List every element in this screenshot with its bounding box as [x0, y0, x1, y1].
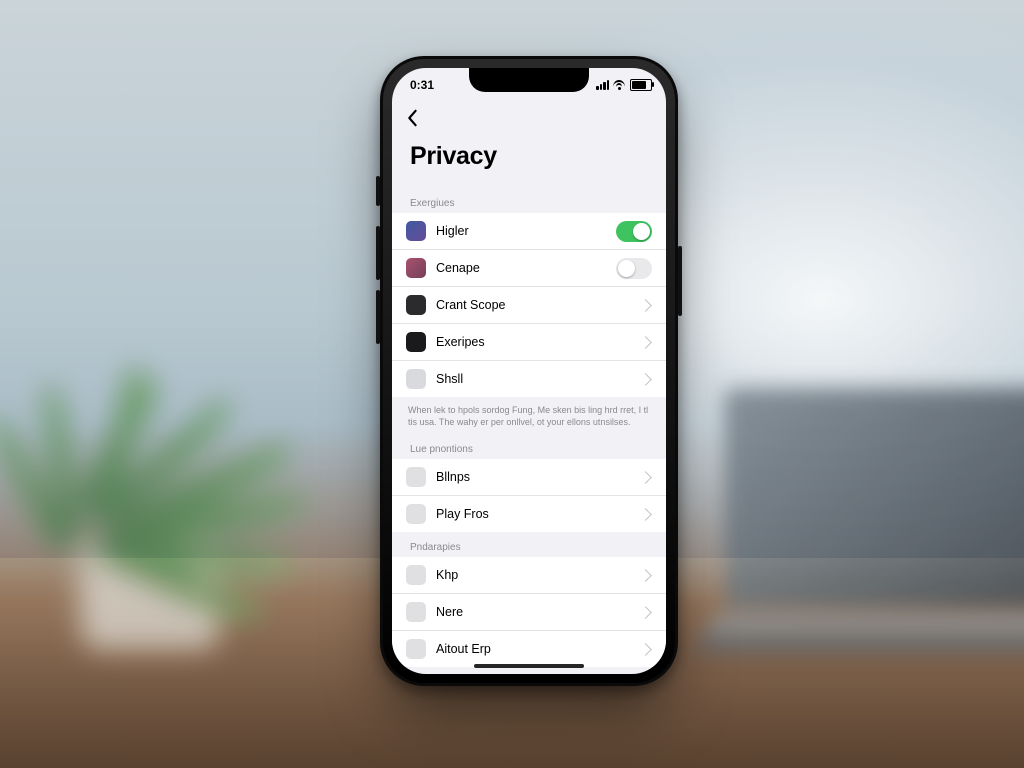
- app-icon: [406, 639, 426, 659]
- back-button[interactable]: [400, 106, 424, 130]
- row-label: Shsll: [436, 372, 641, 386]
- section-group-0: Higler Cenape Crant Scope: [392, 213, 666, 397]
- row-cenape[interactable]: Cenape: [392, 250, 666, 287]
- app-icon: [406, 467, 426, 487]
- chevron-right-icon: [639, 336, 652, 349]
- row-label: Higler: [436, 224, 616, 238]
- row-aitout-erp[interactable]: Aitout Erp: [392, 631, 666, 667]
- chevron-right-icon: [639, 373, 652, 386]
- row-label: Khp: [436, 568, 641, 582]
- page-title: Privacy: [392, 136, 666, 185]
- section-group-2: Khp Nere Aitout Erp: [392, 557, 666, 667]
- chevron-right-icon: [639, 569, 652, 582]
- section-header: Exergiues: [392, 188, 666, 213]
- chevron-right-icon: [639, 299, 652, 312]
- home-indicator[interactable]: [474, 664, 584, 668]
- settings-list[interactable]: Exergiues Higler Cenape Crant Scope: [392, 188, 666, 674]
- cellular-icon: [596, 80, 609, 90]
- row-label: Bllnps: [436, 470, 641, 484]
- row-label: Nere: [436, 605, 641, 619]
- phone-screen: 0:31 Privacy Exergiues Higler: [392, 68, 666, 674]
- row-nere[interactable]: Nere: [392, 594, 666, 631]
- row-label: Cenape: [436, 261, 616, 275]
- app-icon: [406, 258, 426, 278]
- row-play-fros[interactable]: Play Fros: [392, 496, 666, 532]
- row-label: Crant Scope: [436, 298, 641, 312]
- app-icon: [406, 221, 426, 241]
- chevron-right-icon: [639, 643, 652, 656]
- row-label: Aitout Erp: [436, 642, 641, 656]
- notch: [469, 68, 589, 92]
- app-icon: [406, 602, 426, 622]
- photo-scene: 0:31 Privacy Exergiues Higler: [0, 0, 1024, 768]
- row-label: Play Fros: [436, 507, 641, 521]
- chevron-right-icon: [639, 606, 652, 619]
- toggle-on[interactable]: [616, 221, 652, 242]
- row-crant-scope[interactable]: Crant Scope: [392, 287, 666, 324]
- nav-bar: [392, 102, 666, 136]
- phone-frame: 0:31 Privacy Exergiues Higler: [380, 56, 678, 686]
- status-time: 0:31: [410, 78, 434, 92]
- section-group-1: Bllnps Play Fros: [392, 459, 666, 532]
- row-shsll[interactable]: Shsll: [392, 361, 666, 397]
- mute-switch: [376, 176, 380, 206]
- app-icon: [406, 504, 426, 524]
- section-footer: When lek to hpols sordog Fung, Me sken b…: [392, 397, 666, 434]
- row-exeripes[interactable]: Exeripes: [392, 324, 666, 361]
- app-icon: [406, 295, 426, 315]
- row-higler[interactable]: Higler: [392, 213, 666, 250]
- app-icon: [406, 565, 426, 585]
- app-icon: [406, 369, 426, 389]
- row-khp[interactable]: Khp: [392, 557, 666, 594]
- battery-icon: [630, 79, 652, 91]
- volume-down-button: [376, 290, 380, 344]
- app-icon: [406, 332, 426, 352]
- chevron-right-icon: [639, 508, 652, 521]
- chevron-left-icon: [405, 109, 419, 127]
- section-header: Lue pnontions: [392, 434, 666, 459]
- toggle-off[interactable]: [616, 258, 652, 279]
- row-bllnps[interactable]: Bllnps: [392, 459, 666, 496]
- row-label: Exeripes: [436, 335, 641, 349]
- section-header: Pndarapies: [392, 532, 666, 557]
- chevron-right-icon: [639, 471, 652, 484]
- power-button: [678, 246, 682, 316]
- volume-up-button: [376, 226, 380, 280]
- wifi-icon: [613, 80, 626, 90]
